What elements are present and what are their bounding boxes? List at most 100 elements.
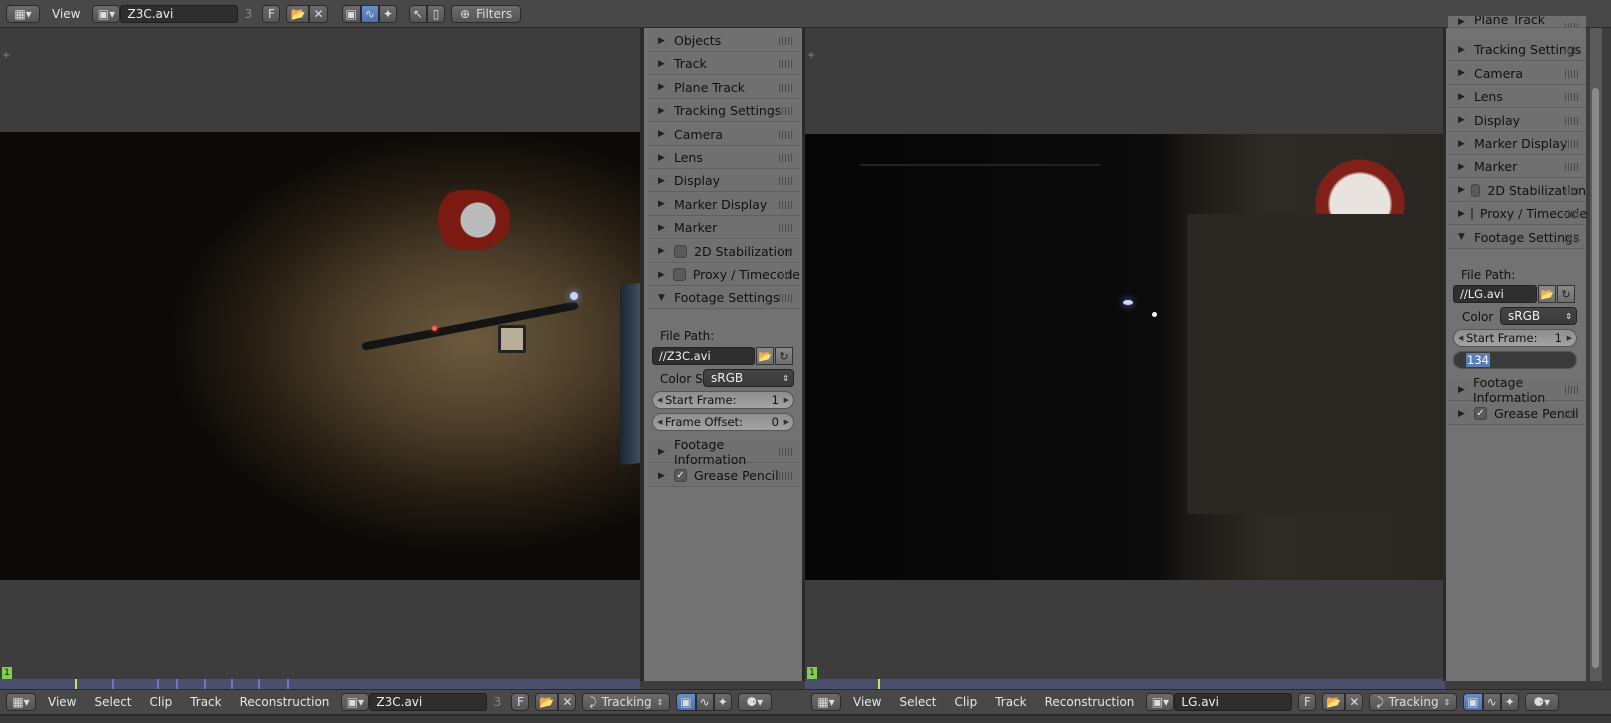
- drag-grip-icon[interactable]: [779, 130, 792, 139]
- drag-grip-icon[interactable]: [1565, 23, 1578, 27]
- left-frame-offset-field[interactable]: ◀ Frame Offset: 0 ▶: [652, 413, 794, 431]
- right-clip-viewport[interactable]: + 1: [805, 28, 1445, 691]
- proxy-timecode-checkbox[interactable]: [1470, 207, 1473, 221]
- drag-grip-icon[interactable]: [779, 247, 792, 256]
- menu-select[interactable]: Select: [893, 695, 942, 709]
- right-scrollbar[interactable]: [1590, 28, 1602, 681]
- editor-type-button[interactable]: ▦▾: [6, 4, 40, 23]
- left-panel-marker[interactable]: ▶ Marker: [648, 217, 800, 240]
- open-folder-icon[interactable]: 📂: [535, 693, 559, 711]
- drag-grip-icon[interactable]: [1565, 93, 1578, 102]
- left-panel-2d-stabilization[interactable]: ▶ 2D Stabilization: [648, 240, 800, 263]
- right-start-frame-dec-icon[interactable]: ◀: [1458, 334, 1463, 342]
- 2d-stabilization-checkbox[interactable]: [1470, 183, 1481, 197]
- drag-grip-icon[interactable]: [779, 472, 792, 480]
- left-frame-offset-dec-icon[interactable]: ◀: [657, 418, 662, 426]
- menu-track[interactable]: Track: [989, 695, 1032, 709]
- fake-user-button[interactable]: F: [1298, 693, 1317, 711]
- left-panel-proxy-timecode[interactable]: ▶ Proxy / Timecode: [648, 264, 800, 286]
- right-reload-icon[interactable]: ↻: [1557, 285, 1575, 303]
- right-color-space-select[interactable]: sRGB ⇕: [1500, 307, 1577, 325]
- left-reload-icon[interactable]: ↻: [775, 347, 793, 365]
- menu-reconstruction[interactable]: Reconstruction: [234, 695, 336, 709]
- graph-view-icon[interactable]: ∿: [360, 4, 379, 23]
- right-panel-marker[interactable]: ▶ Marker: [1448, 156, 1586, 179]
- right-panel-footage-information[interactable]: ▶ Footage Information: [1448, 375, 1586, 405]
- right-panel-tracking-settings[interactable]: ▶ Tracking Settings: [1448, 39, 1586, 62]
- filters-button[interactable]: ⊕ Filters: [451, 4, 522, 23]
- dopesheet-view-icon[interactable]: ✦: [378, 4, 397, 23]
- clip-browse-button[interactable]: ▣▾: [1146, 693, 1175, 711]
- right-panel-grease-pencil[interactable]: ▶ ✓ Grease Pencil: [1448, 403, 1586, 425]
- menu-view[interactable]: View: [847, 695, 887, 709]
- drag-grip-icon[interactable]: [779, 37, 792, 45]
- editor-type-button[interactable]: ▦▾: [6, 693, 36, 711]
- right-panel-2d-stabilization[interactable]: ▶ 2D Stabilization: [1448, 179, 1586, 202]
- close-icon[interactable]: ✕: [1345, 693, 1364, 711]
- drag-grip-icon[interactable]: [779, 83, 792, 92]
- left-panel-objects[interactable]: ▶ Objects: [648, 30, 800, 52]
- clip-browse-button[interactable]: ▣▾: [92, 4, 121, 23]
- 2d-stabilization-checkbox[interactable]: [674, 244, 687, 258]
- menu-clip[interactable]: Clip: [949, 695, 984, 709]
- mode-select[interactable]: ⤸ Tracking ⇕: [1369, 693, 1458, 711]
- clip-view-icon[interactable]: ▣: [676, 693, 696, 711]
- ghost-icon[interactable]: ▯: [427, 4, 446, 23]
- right-panel-camera[interactable]: ▶ Camera: [1448, 62, 1586, 85]
- drag-grip-icon[interactable]: [1565, 140, 1578, 148]
- graph-view-icon[interactable]: ∿: [695, 693, 714, 711]
- right-panel-display[interactable]: ▶ Display: [1448, 109, 1586, 132]
- grease-pencil-checkbox[interactable]: ✓: [1474, 407, 1487, 420]
- cursor-icon[interactable]: ↖: [408, 4, 428, 23]
- left-panel-plane-track[interactable]: ▶ Plane Track: [648, 76, 800, 99]
- left-panel-grease-pencil[interactable]: ▶ ✓ Grease Pencil: [648, 465, 800, 487]
- drag-grip-icon[interactable]: [1565, 186, 1578, 195]
- drag-grip-icon[interactable]: [1565, 46, 1578, 55]
- right-scrollbar-thumb[interactable]: [1592, 88, 1599, 668]
- right-panel-plane-track[interactable]: ▶ Plane Track: [1448, 16, 1586, 28]
- drag-grip-icon[interactable]: [779, 224, 792, 233]
- viewport-corner-plus-icon[interactable]: +: [807, 50, 815, 61]
- clip-view-icon[interactable]: ▣: [1463, 693, 1483, 711]
- drag-grip-icon[interactable]: [1565, 210, 1578, 219]
- graph-view-icon[interactable]: ∿: [1482, 693, 1501, 711]
- drag-grip-icon[interactable]: [779, 200, 792, 209]
- fake-user-button[interactable]: F: [511, 693, 530, 711]
- drag-grip-icon[interactable]: [779, 177, 792, 186]
- viewport-corner-plus-icon[interactable]: +: [2, 50, 10, 61]
- left-panel-footage-information[interactable]: ▶ Footage Information: [648, 437, 800, 467]
- left-panel-tracking-settings[interactable]: ▶ Tracking Settings: [648, 100, 800, 123]
- dopesheet-view-icon[interactable]: ✦: [1500, 693, 1519, 711]
- mode-select[interactable]: ⤸ Tracking ⇕: [582, 693, 671, 711]
- drag-grip-icon[interactable]: [1565, 410, 1578, 418]
- left-start-frame-dec-icon[interactable]: ◀: [657, 396, 662, 404]
- menu-clip[interactable]: Clip: [144, 695, 179, 709]
- left-panel-footage-settings[interactable]: ▼ Footage Settings: [648, 287, 800, 310]
- menu-select[interactable]: Select: [88, 695, 137, 709]
- left-clip-viewport[interactable]: + 1: [0, 28, 640, 691]
- right-start-frame-inc-icon[interactable]: ▶: [1567, 334, 1572, 342]
- right-start-frame-field[interactable]: ◀ Start Frame: 1 ▶: [1453, 329, 1577, 347]
- close-icon[interactable]: ✕: [309, 4, 328, 23]
- right-file-path-field[interactable]: //LG.avi: [1453, 285, 1537, 303]
- menu-track[interactable]: Track: [184, 695, 227, 709]
- clip-name-field[interactable]: LG.avi: [1174, 693, 1293, 711]
- clip-view-icon[interactable]: ▣: [341, 4, 361, 23]
- view-menu[interactable]: View: [46, 7, 86, 21]
- proxy-timecode-checkbox[interactable]: [673, 268, 686, 281]
- right-panel-footage-settings[interactable]: ▼ Footage Settings: [1448, 226, 1586, 249]
- clip-name-field[interactable]: Z3C.avi: [120, 4, 239, 23]
- clip-name-field[interactable]: Z3C.avi: [369, 693, 488, 711]
- right-frame-offset-editing-value[interactable]: 134: [1466, 353, 1490, 367]
- left-color-space-select[interactable]: sRGB ⇕: [703, 369, 794, 387]
- left-start-frame-field[interactable]: ◀ Start Frame: 1 ▶: [652, 391, 794, 409]
- right-open-file-icon[interactable]: 📂: [1538, 285, 1556, 303]
- left-panel-lens[interactable]: ▶ Lens: [648, 147, 800, 169]
- pivot-select[interactable]: ⚈▾: [737, 693, 772, 711]
- left-start-frame-inc-icon[interactable]: ▶: [784, 396, 789, 404]
- drag-grip-icon[interactable]: [779, 107, 792, 116]
- drag-grip-icon[interactable]: [1565, 386, 1578, 394]
- drag-grip-icon[interactable]: [779, 154, 792, 162]
- menu-reconstruction[interactable]: Reconstruction: [1039, 695, 1141, 709]
- dopesheet-view-icon[interactable]: ✦: [713, 693, 732, 711]
